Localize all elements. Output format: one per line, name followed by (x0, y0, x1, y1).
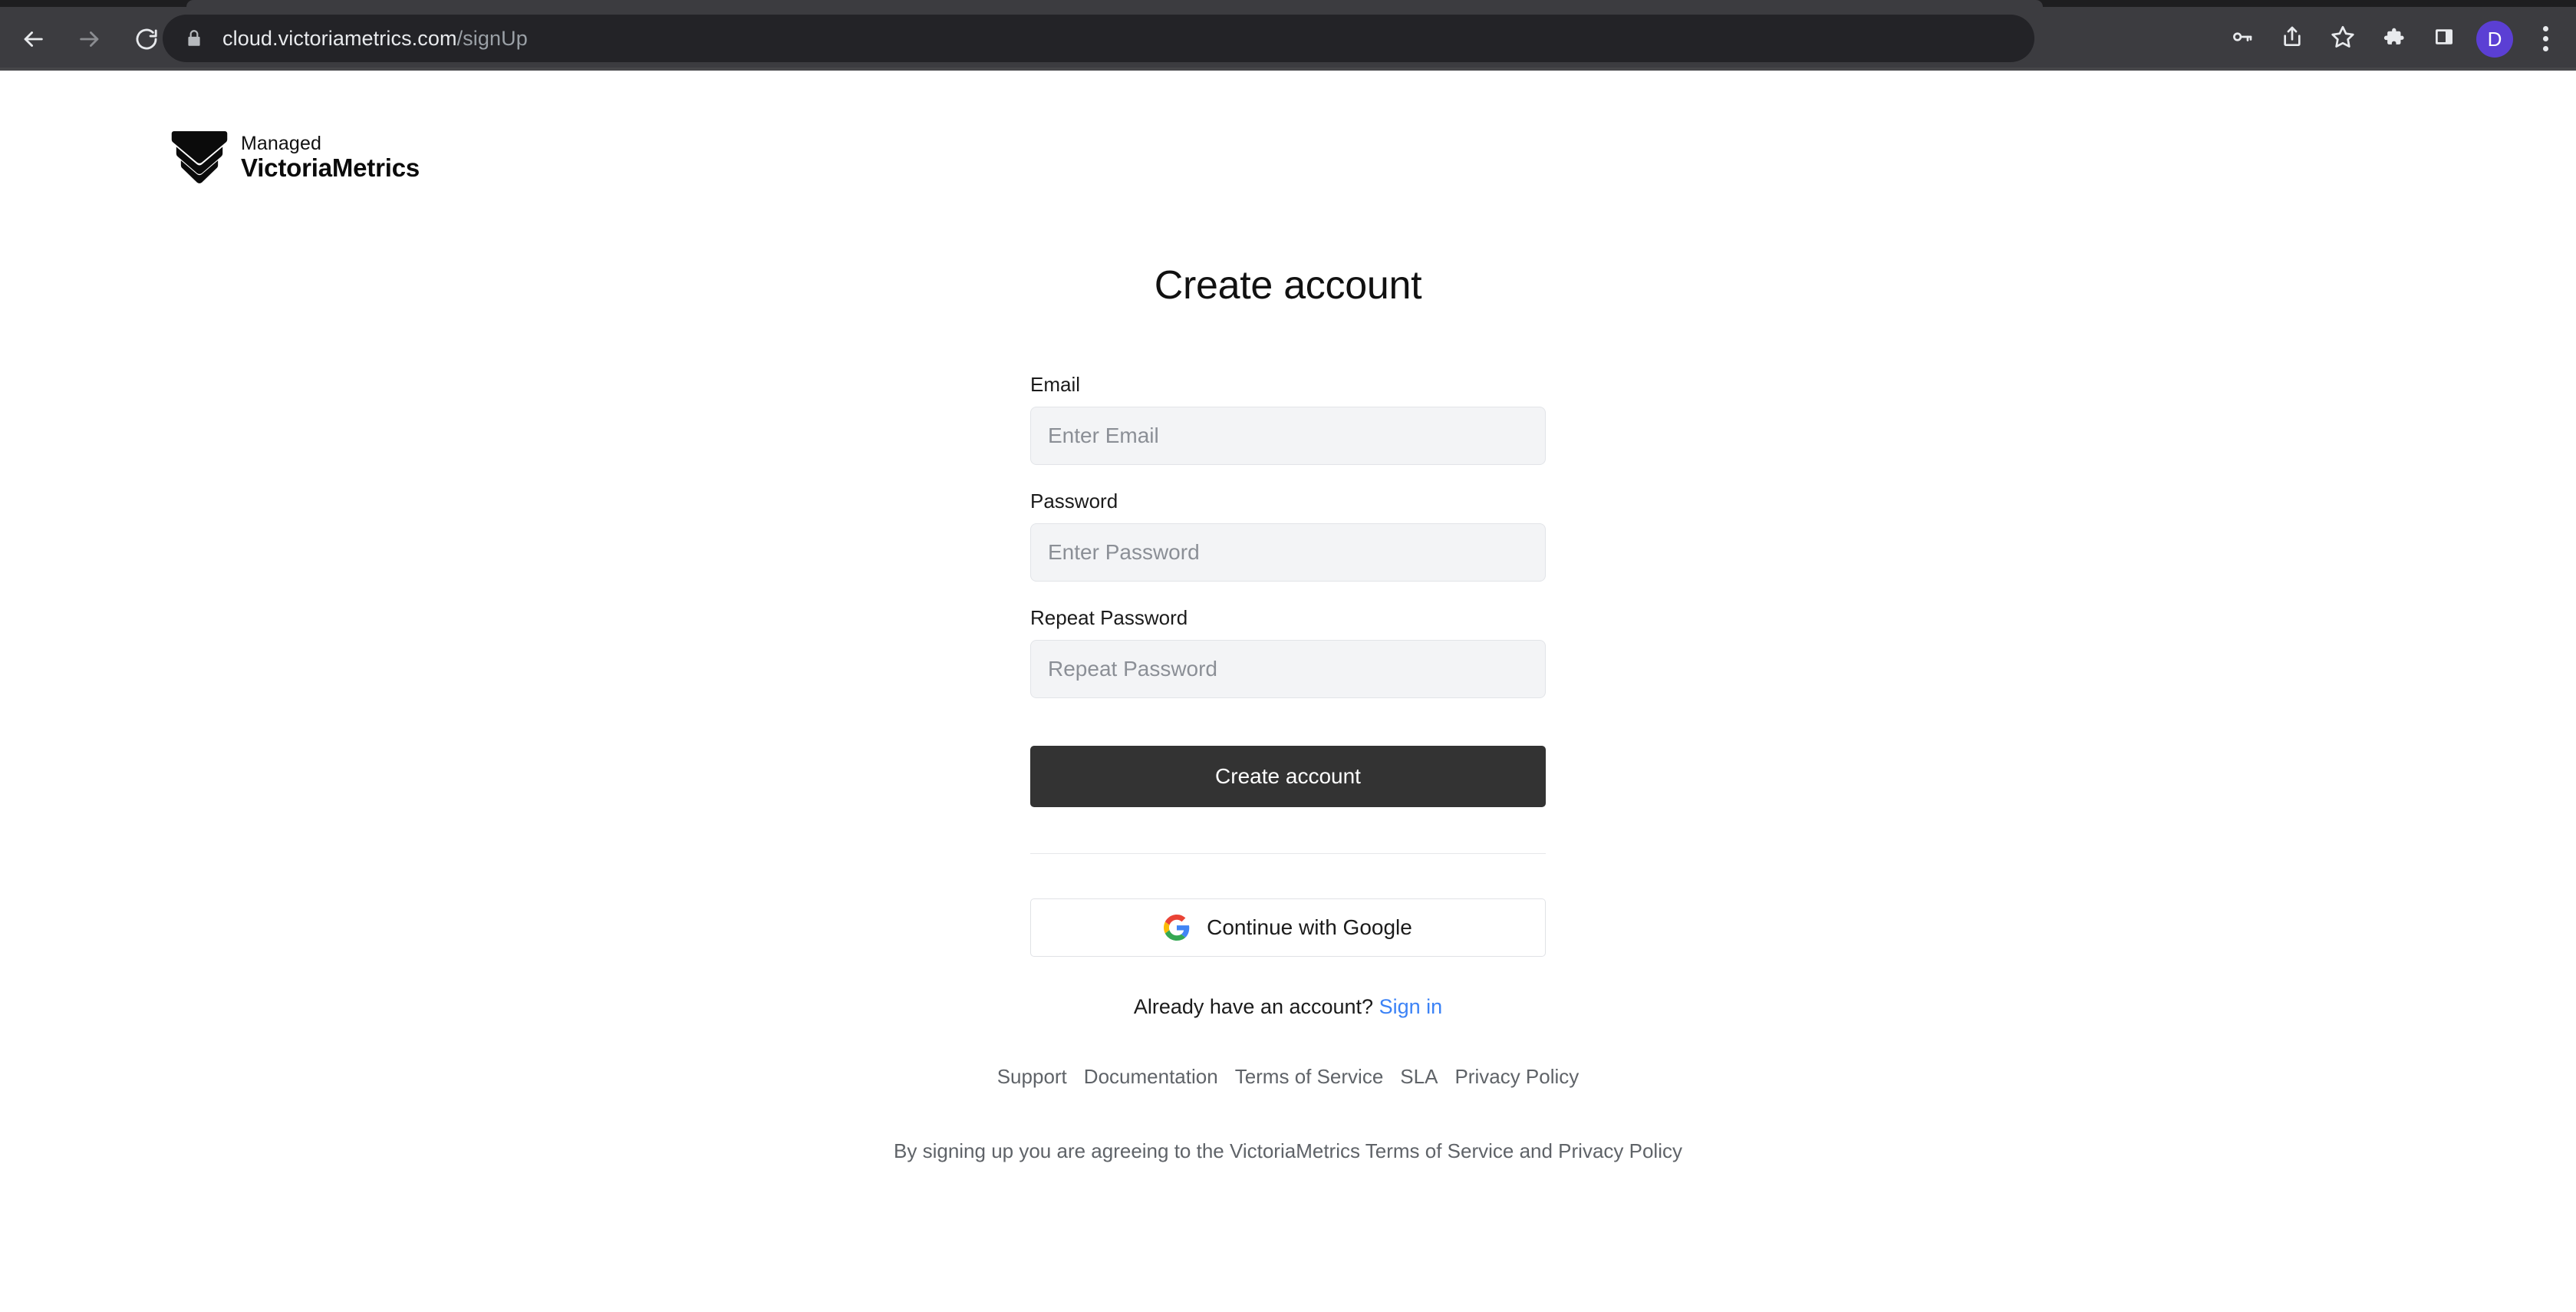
password-manager-button[interactable] (2217, 15, 2266, 64)
email-field-group: Email (1030, 374, 1546, 465)
password-manager-icon (2229, 25, 2254, 53)
extensions-puzzle-icon (2381, 25, 2406, 53)
footer-link-support[interactable]: Support (997, 1065, 1067, 1089)
three-dot-menu-icon-dot3 (2542, 46, 2548, 51)
navigation-buttons (0, 7, 170, 71)
avatar: D (2476, 20, 2513, 58)
continue-with-google-label: Continue with Google (1207, 915, 1412, 939)
share-button[interactable] (2268, 15, 2317, 64)
page-title: Create account (1154, 263, 1422, 308)
url-text: cloud.victoriametrics.com/signUp (222, 28, 528, 49)
create-account-button[interactable]: Create account (1030, 746, 1546, 807)
three-dot-menu-icon (2542, 26, 2548, 31)
repeat-password-field-group: Repeat Password (1030, 608, 1546, 698)
password-field-group: Password (1030, 491, 1546, 582)
footer-link-terms-of-service[interactable]: Terms of Service (1235, 1065, 1384, 1089)
page-viewport: Managed VictoriaMetrics Create account E… (0, 71, 2576, 1312)
toolbar-actions: D (2215, 7, 2570, 71)
url-host: cloud.victoriametrics.com (222, 26, 457, 50)
tab-strip (0, 0, 2576, 7)
reload-icon (133, 26, 160, 52)
profile-button[interactable]: D (2470, 15, 2519, 64)
three-dot-menu-icon-dot2 (2542, 36, 2548, 41)
legal-notice-text: By signing up you are agreeing to the Vi… (894, 1139, 1682, 1162)
side-panel-icon (2433, 25, 2456, 52)
google-g-icon (1164, 915, 1190, 941)
victoriametrics-chevron-logo-icon (170, 129, 229, 186)
repeat-password-label: Repeat Password (1030, 606, 1188, 629)
form-divider (1030, 853, 1546, 854)
brand-line-managed: Managed (241, 132, 321, 154)
forward-button[interactable] (66, 15, 114, 63)
back-arrow-icon (20, 26, 46, 52)
password-input[interactable] (1030, 523, 1546, 582)
footer-links: Support Documentation Terms of Service S… (997, 1065, 1580, 1089)
back-button[interactable] (9, 15, 57, 63)
repeat-password-input[interactable] (1030, 640, 1546, 698)
side-panel-button[interactable] (2420, 15, 2469, 64)
lock-icon (183, 27, 206, 50)
signin-prompt-text: Already have an account? (1133, 995, 1374, 1018)
email-label: Email (1030, 373, 1081, 396)
password-label: Password (1030, 490, 1118, 513)
signin-link[interactable]: Sign in (1379, 995, 1443, 1018)
continue-with-google-button[interactable]: Continue with Google (1030, 898, 1546, 957)
bookmark-star-icon (2330, 24, 2356, 54)
bookmark-button[interactable] (2318, 15, 2367, 64)
email-input[interactable] (1030, 407, 1546, 465)
address-bar[interactable]: cloud.victoriametrics.com/signUp (163, 15, 2034, 62)
browser-menu-button[interactable] (2521, 15, 2570, 64)
browser-toolbar: cloud.victoriametrics.com/signUp D (0, 0, 2576, 71)
signin-prompt: Already have an account? Sign in (1030, 997, 1546, 1017)
footer-link-documentation[interactable]: Documentation (1084, 1065, 1218, 1089)
active-tab[interactable] (186, 0, 2043, 7)
footer-link-sla[interactable]: SLA (1400, 1065, 1438, 1089)
signup-form-column: Create account Email Password Repeat Pas… (894, 71, 1682, 1162)
brand-line-victoriametrics: VictoriaMetrics (241, 153, 420, 182)
forward-arrow-icon (77, 26, 103, 52)
share-icon (2280, 25, 2304, 53)
extensions-button[interactable] (2369, 15, 2418, 64)
url-path: /signUp (456, 26, 528, 50)
footer-link-privacy-policy[interactable]: Privacy Policy (1454, 1065, 1579, 1089)
brand-logo[interactable]: Managed VictoriaMetrics (170, 129, 420, 186)
